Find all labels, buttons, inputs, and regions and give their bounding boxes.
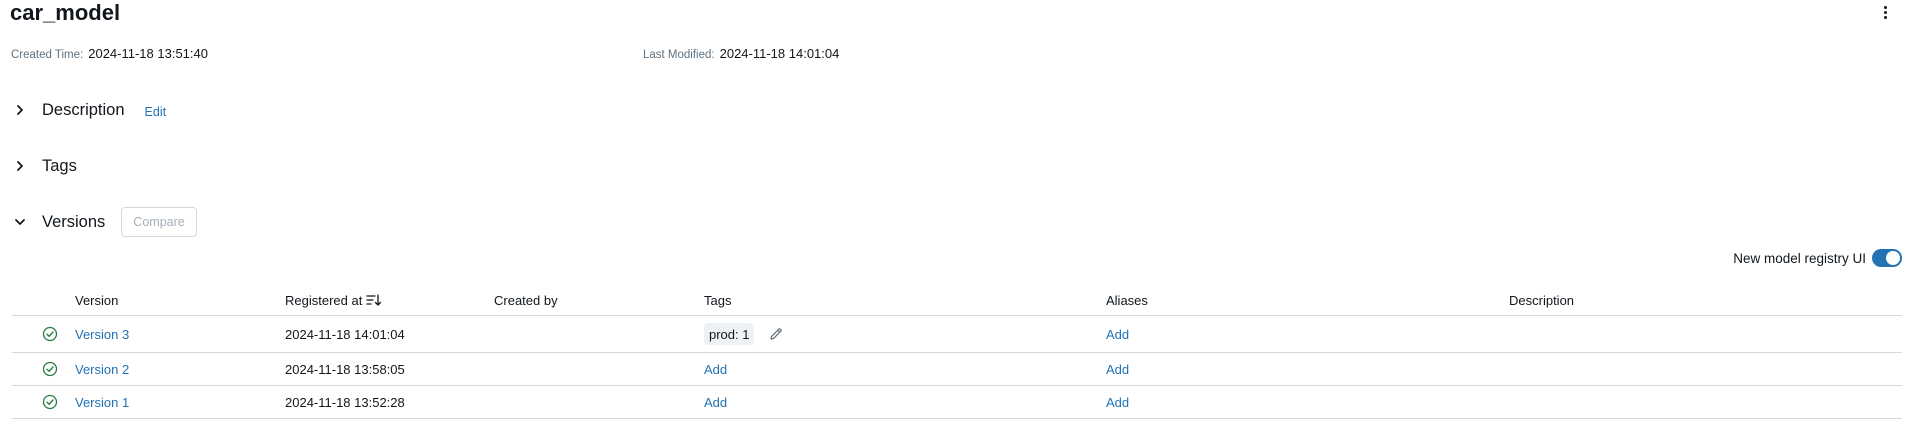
edit-description-link[interactable]: Edit: [145, 105, 167, 119]
chevron-right-icon[interactable]: [12, 158, 28, 174]
tags-add-link[interactable]: Add: [704, 386, 727, 418]
last-modified-value: 2024-11-18 14:01:04: [719, 46, 840, 61]
registered-at-value: 2024-11-18 14:01:04: [285, 326, 405, 342]
chevron-down-icon[interactable]: [12, 214, 28, 230]
new-registry-ui-switch[interactable]: [1872, 249, 1902, 267]
model-detail-page: car_model Created Time: 2024-11-18 13:51:…: [0, 0, 1913, 421]
version-link[interactable]: Version 2: [75, 353, 129, 385]
aliases-add-link[interactable]: Add: [1106, 386, 1129, 418]
created-time: Created Time: 2024-11-18 13:51:40: [11, 46, 208, 63]
table-row: Version 2 2024-11-18 13:58:05 Add Add: [12, 353, 1902, 386]
created-time-value: 2024-11-18 13:51:40: [88, 46, 208, 61]
column-header-registered-at-label: Registered at: [285, 292, 363, 308]
column-header-created-by: Created by: [494, 292, 558, 308]
sort-descending-icon[interactable]: [366, 293, 382, 307]
column-header-version: Version: [75, 292, 119, 308]
registered-at-value: 2024-11-18 13:52:28: [285, 394, 405, 410]
table-header-row: Version Registered at Created by Tags Al…: [12, 285, 1902, 316]
column-header-tags: Tags: [704, 292, 732, 308]
check-circle-icon: [42, 353, 58, 385]
column-header-description: Description: [1509, 292, 1575, 308]
aliases-add-link[interactable]: Add: [1106, 353, 1129, 385]
version-link[interactable]: Version 1: [75, 386, 129, 418]
created-time-label: Created Time:: [11, 49, 84, 61]
check-circle-icon: [42, 386, 58, 418]
compare-button[interactable]: Compare: [121, 207, 197, 237]
tag-chip[interactable]: prod: 1: [704, 323, 755, 345]
versions-section-title[interactable]: Versions: [42, 213, 105, 232]
table-row: Version 3 2024-11-18 14:01:04 prod: 1 Ad…: [12, 316, 1902, 353]
tags-cell: prod: 1: [704, 316, 784, 352]
versions-table: Version Registered at Created by Tags Al…: [12, 285, 1902, 419]
tags-add-link[interactable]: Add: [704, 353, 727, 385]
kebab-vertical-icon[interactable]: [1878, 3, 1892, 21]
new-registry-ui-toggle-row: New model registry UI: [1733, 249, 1902, 267]
chevron-right-icon[interactable]: [12, 102, 28, 118]
description-section-header: Description Edit: [12, 98, 166, 122]
versions-section-header: Versions Compare: [12, 206, 197, 238]
last-modified: Last Modified: 2024-11-18 14:01:04: [643, 46, 839, 63]
pencil-edit-icon[interactable]: [768, 326, 784, 342]
check-circle-icon: [42, 316, 58, 352]
new-registry-ui-label: New model registry UI: [1733, 250, 1866, 266]
tags-section-title[interactable]: Tags: [42, 157, 77, 176]
aliases-add-link[interactable]: Add: [1106, 316, 1129, 352]
column-header-registered-at[interactable]: Registered at: [285, 285, 382, 315]
description-section-title[interactable]: Description: [42, 101, 125, 120]
tags-section-header: Tags: [12, 154, 77, 178]
switch-knob: [1886, 251, 1900, 265]
last-modified-label: Last Modified:: [643, 49, 715, 61]
registered-at-value: 2024-11-18 13:58:05: [285, 361, 405, 377]
version-link[interactable]: Version 3: [75, 316, 129, 352]
column-header-aliases: Aliases: [1106, 292, 1148, 308]
table-row: Version 1 2024-11-18 13:52:28 Add Add: [12, 386, 1902, 419]
page-title: car_model: [10, 0, 121, 25]
